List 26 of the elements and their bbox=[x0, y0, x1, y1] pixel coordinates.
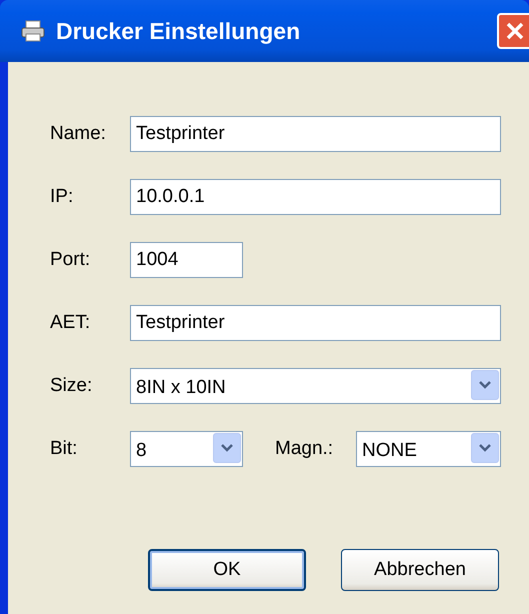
window-title: Drucker Einstellungen bbox=[56, 16, 302, 46]
field-label: Name: bbox=[50, 122, 107, 146]
text-field[interactable]: Testprinter bbox=[130, 116, 501, 152]
field-label: Size: bbox=[50, 374, 94, 398]
chevron-down-icon bbox=[479, 444, 491, 452]
cancel-button[interactable]: Abbrechen bbox=[341, 549, 499, 591]
chevron-down-icon bbox=[221, 444, 233, 452]
close-button[interactable] bbox=[497, 13, 529, 49]
dropdown-field[interactable]: NONE bbox=[356, 431, 501, 467]
close-icon bbox=[505, 21, 525, 41]
chevron-down-icon bbox=[479, 381, 491, 389]
field-label: AET: bbox=[50, 310, 92, 335]
dropdown-field[interactable]: 8IN x 10IN bbox=[130, 368, 501, 404]
ok-button[interactable]: OK bbox=[148, 549, 306, 591]
dropdown-button[interactable] bbox=[471, 433, 499, 463]
field-label: Bit: bbox=[50, 436, 78, 461]
text-field[interactable]: Testprinter bbox=[130, 305, 501, 341]
text-field[interactable]: 1004 bbox=[130, 242, 243, 278]
dropdown-button[interactable] bbox=[471, 370, 499, 400]
field-label: Magn.: bbox=[275, 436, 334, 461]
text-field[interactable]: 10.0.0.1 bbox=[130, 179, 501, 215]
field-label: Port: bbox=[50, 248, 92, 272]
printer-icon bbox=[20, 19, 46, 43]
dropdown-button[interactable] bbox=[213, 433, 241, 463]
field-label: IP: bbox=[50, 184, 74, 209]
dropdown-field[interactable]: 8 bbox=[130, 431, 243, 467]
